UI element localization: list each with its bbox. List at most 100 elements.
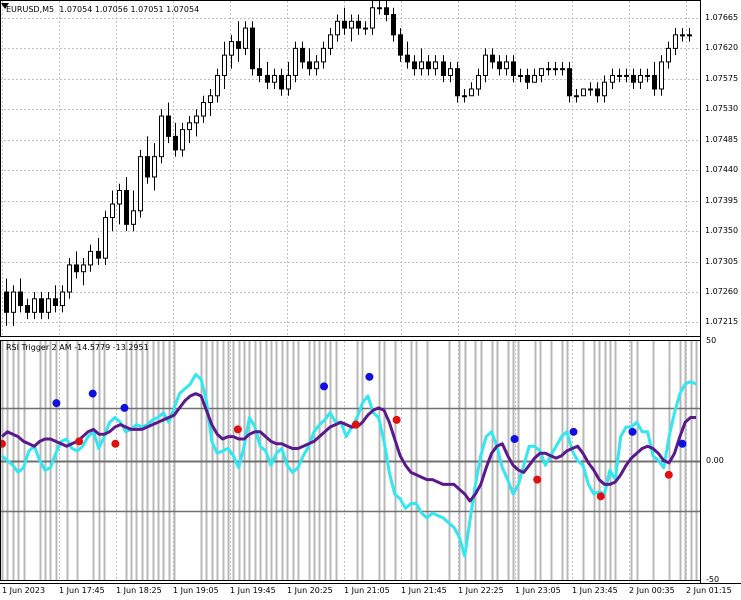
candle-bear (497, 61, 502, 70)
candle-bear (391, 14, 396, 36)
candle-bull (328, 34, 333, 49)
candle-bull (159, 115, 164, 158)
indicator-tick-label: -50 (706, 575, 720, 584)
candle-bear (426, 61, 431, 70)
symbol-label: EURUSD,M5 (6, 5, 55, 14)
candle-bull (377, 7, 382, 10)
candle-bull (419, 61, 424, 70)
price-tick-label: 1.07620 (705, 43, 739, 53)
time-tick-label: 1 Jun 19:05 (173, 586, 219, 595)
candle-bear (525, 74, 530, 83)
candle-bull (448, 68, 453, 76)
candle-bear (405, 54, 410, 63)
candle-bull (152, 156, 157, 178)
candle-bull (67, 264, 72, 293)
time-tick-label: 1 Jun 23:05 (515, 586, 561, 595)
price-tick-label: 1.07485 (705, 134, 739, 144)
mt4-chart-window[interactable] (0, 0, 741, 600)
buy-signal-dot (52, 399, 61, 408)
candle-bull (32, 298, 37, 313)
candle-bear (25, 305, 30, 313)
sell-signal-dot (533, 475, 542, 484)
price-tick-label: 1.07305 (705, 256, 739, 266)
candlestick-series (4, 1, 692, 326)
time-tick-label: 1 Jun 22:25 (458, 586, 504, 595)
candle-bull (659, 61, 664, 90)
indicator-tick-label: 50 (706, 336, 717, 345)
candle-bull (88, 250, 93, 266)
indicator-tick-label: 0.00 (706, 455, 724, 465)
candle-bull (131, 210, 136, 225)
candle-bull (215, 74, 220, 97)
candle-bear (441, 61, 446, 76)
candle-bear (53, 298, 58, 307)
candle-bear (124, 189, 129, 225)
candle-bull (293, 47, 298, 76)
price-tick-label: 1.07215 (705, 317, 739, 327)
candle-bull (187, 122, 192, 131)
time-tick-label: 1 Jun 19:45 (230, 586, 276, 595)
candle-bull (222, 54, 227, 76)
ohlc-values: 1.07054 1.07056 1.07051 1.07054 (59, 5, 200, 14)
sell-signal-dot (233, 425, 242, 434)
candle-bear (398, 34, 403, 56)
candle-bull (518, 74, 523, 77)
candle-bull (229, 41, 234, 56)
candle-bear (567, 68, 572, 97)
candle-bull (553, 68, 558, 71)
sell-signal-dot (75, 437, 84, 446)
candle-bull (602, 81, 607, 97)
candle-bull (588, 88, 593, 91)
candle-bull (60, 291, 65, 307)
candle-bull (363, 27, 368, 30)
candle-bull (117, 189, 122, 205)
time-tick-label: 1 Jun 20:25 (287, 586, 333, 595)
candle-bull (321, 47, 326, 63)
candle-bull (370, 7, 375, 29)
rsi-lines (1, 373, 697, 558)
time-tick-label: 2 Jun 00:35 (629, 586, 675, 595)
candle-bear (236, 41, 241, 49)
candle-bear (166, 115, 171, 137)
candle-bull (272, 74, 277, 83)
candle-bull (286, 74, 291, 90)
candle-bear (307, 61, 312, 70)
buy-signal-dot (678, 439, 687, 448)
candle-bear (631, 74, 636, 83)
candle-bull (194, 115, 199, 124)
candle-bear (356, 20, 361, 29)
candle-bull (201, 102, 206, 117)
candle-bull (610, 74, 615, 83)
candle-bear (412, 61, 417, 70)
candle-bear (384, 7, 389, 16)
candle-bull (680, 34, 685, 37)
sell-signal-dot (596, 492, 605, 501)
time-tick-label: 1 Jun 18:25 (116, 586, 162, 595)
candle-bull (462, 95, 467, 98)
candle-bull (46, 298, 51, 313)
time-tick-label: 1 Jun 21:05 (344, 586, 390, 595)
candle-bull (574, 95, 579, 98)
price-tick-label: 1.07530 (705, 104, 739, 114)
price-tick-label: 1.07575 (705, 73, 739, 83)
candle-bear (300, 47, 305, 63)
candle-bear (74, 264, 79, 273)
chart-title: EURUSD,M5 1.07054 1.07056 1.07051 1.0705… (6, 5, 199, 14)
candle-bear (342, 20, 347, 29)
buy-signal-dot (628, 427, 637, 436)
candle-bear (173, 135, 178, 151)
price-tick-label: 1.07665 (705, 12, 739, 22)
candle-bull (433, 61, 438, 70)
candle-bull (483, 54, 488, 76)
candle-bull (666, 47, 671, 63)
candle-bull (673, 34, 678, 49)
candle-bull (243, 27, 248, 49)
candle-bear (257, 68, 262, 76)
buy-signal-dot (569, 427, 578, 436)
candle-bull (560, 68, 565, 71)
candle-bull (180, 129, 185, 151)
candle-bull (546, 68, 551, 71)
time-tick-label: 1 Jun 17:45 (59, 586, 105, 595)
candle-bull (335, 20, 340, 36)
candle-bear (490, 54, 495, 63)
